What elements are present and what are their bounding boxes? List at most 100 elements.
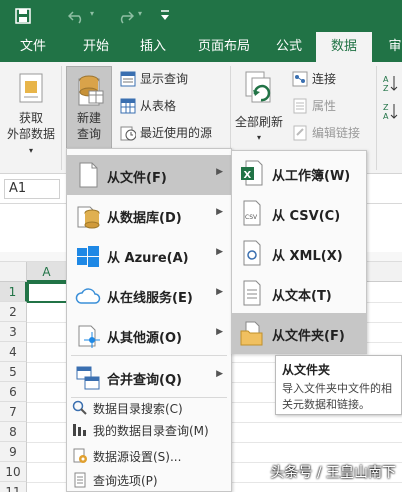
- new-query-button[interactable]: 新建 查询: [66, 66, 112, 150]
- watermark-text: 头条号 / 王皇山南下: [270, 465, 396, 481]
- row-header[interactable]: 11: [0, 482, 27, 492]
- properties-button: 属性: [290, 97, 370, 117]
- menu-my-data-catalog-label: 我的数据目录查询(M): [93, 424, 209, 438]
- tab-review[interactable]: 审: [380, 32, 402, 62]
- menu-from-database[interactable]: 从数据库(D) ▶: [67, 195, 231, 235]
- tab-insert[interactable]: 插入: [127, 32, 179, 62]
- edit-links-button: 编辑链接: [290, 124, 370, 144]
- column-header-a[interactable]: A: [27, 262, 67, 282]
- submenu-from-workbook-label: 从工作簿(W): [272, 169, 351, 184]
- menu-from-database-label: 从数据库(D): [107, 211, 182, 226]
- tab-home[interactable]: 开始: [70, 32, 122, 62]
- row-header[interactable]: 5: [0, 362, 27, 382]
- show-query-button[interactable]: 显示查询: [118, 70, 228, 90]
- tooltip-title: 从文件夹: [282, 363, 331, 377]
- new-query-menu: 从文件(F) ▶ 从数据库(D) ▶ 从 Azure(A) ▶ 从在线服务(E)…: [66, 148, 232, 492]
- row-header[interactable]: 10: [0, 462, 27, 482]
- row-header[interactable]: 8: [0, 422, 27, 442]
- tooltip-desc-line1: 导入文件夹中文件的相: [282, 382, 392, 395]
- menu-from-file-label: 从文件(F): [107, 171, 167, 186]
- customize-toolbar-icon[interactable]: [160, 10, 170, 22]
- submenu-from-folder[interactable]: 从文件夹(F): [232, 313, 366, 353]
- recent-sources-button[interactable]: 最近使用的源: [118, 124, 230, 144]
- submenu-from-text-label: 从文本(T): [272, 289, 332, 304]
- tab-data[interactable]: 数据: [316, 32, 372, 62]
- from-table-button[interactable]: 从表格: [118, 97, 228, 117]
- from-file-submenu: X 从工作簿(W) CSV 从 CSV(C) 从 XML(X) 从文本(T) 从…: [231, 150, 367, 354]
- other-sources-icon: [78, 325, 100, 348]
- submenu-arrow-icon: ▶: [216, 287, 223, 297]
- csv-file-icon: CSV: [243, 200, 261, 226]
- row-header[interactable]: 7: [0, 402, 27, 422]
- row-header[interactable]: 3: [0, 322, 27, 342]
- new-query-icon: [78, 75, 104, 106]
- submenu-from-workbook[interactable]: X 从工作簿(W): [232, 153, 366, 193]
- svg-text:A: A: [383, 112, 389, 120]
- row-header[interactable]: 1: [0, 282, 27, 302]
- sort-az-icon[interactable]: A Z: [382, 74, 402, 92]
- submenu-from-text[interactable]: 从文本(T): [232, 273, 366, 313]
- row-header[interactable]: 6: [0, 382, 27, 402]
- menu-combine-queries-label: 合并查询(Q): [107, 373, 182, 388]
- menu-from-online-services[interactable]: 从在线服务(E) ▶: [67, 275, 231, 315]
- table-icon: [120, 98, 136, 114]
- database-icon: [77, 206, 100, 229]
- svg-text:CSV: CSV: [245, 214, 258, 221]
- tab-page-layout[interactable]: 页面布局: [186, 32, 262, 62]
- text-file-icon: [243, 280, 261, 306]
- row-header[interactable]: 9: [0, 442, 27, 462]
- tab-formulas[interactable]: 公式: [265, 32, 313, 62]
- edit-links-label: 编辑链接: [312, 126, 361, 140]
- menu-query-options-label: 查询选项(P): [93, 474, 158, 488]
- ribbon-tabs: 文件 开始 插入 页面布局 公式 数据 审: [0, 32, 402, 62]
- tab-file[interactable]: 文件: [10, 32, 56, 62]
- submenu-from-xml[interactable]: 从 XML(X): [232, 233, 366, 273]
- refresh-all-button[interactable]: 全部刷新 ▾: [234, 66, 284, 150]
- row-header[interactable]: 4: [0, 342, 27, 362]
- show-query-label: 显示查询: [140, 72, 189, 86]
- submenu-arrow-icon: ▶: [216, 207, 223, 217]
- xml-file-icon: [243, 240, 261, 266]
- azure-windows-icon: [77, 246, 99, 267]
- menu-from-other-sources[interactable]: 从其他源(O) ▶: [67, 315, 231, 355]
- redo-dropdown-icon[interactable]: ▾: [138, 9, 142, 18]
- title-bar: ▾ ▾: [0, 0, 402, 32]
- clock-icon: [120, 126, 136, 141]
- submenu-arrow-icon: ▶: [216, 247, 223, 257]
- menu-my-data-catalog[interactable]: 我的数据目录查询(M): [67, 419, 231, 441]
- menu-from-other-sources-label: 从其他源(O): [107, 331, 182, 346]
- menu-data-source-settings-label: 数据源设置(S)...: [93, 450, 182, 464]
- properties-label: 属性: [312, 99, 337, 113]
- svg-text:A: A: [383, 75, 389, 84]
- active-cell-a1[interactable]: [27, 282, 68, 303]
- menu-data-source-settings[interactable]: 数据源设置(S)...: [67, 445, 231, 467]
- menu-from-azure-label: 从 Azure(A): [107, 251, 189, 266]
- sort-za-icon[interactable]: Z A: [382, 102, 402, 120]
- save-icon[interactable]: [15, 8, 31, 24]
- from-table-label: 从表格: [140, 99, 177, 113]
- submenu-arrow-icon: ▶: [216, 369, 223, 379]
- redo-icon[interactable]: [116, 8, 134, 24]
- menu-from-file[interactable]: 从文件(F) ▶: [67, 155, 231, 195]
- connections-label: 连接: [312, 72, 337, 86]
- name-box[interactable]: A1: [4, 179, 60, 199]
- menu-from-azure[interactable]: 从 Azure(A) ▶: [67, 235, 231, 275]
- menu-data-catalog-search[interactable]: 数据目录搜索(C): [67, 397, 231, 419]
- get-external-label-2: 外部数据: [6, 127, 55, 141]
- select-all-corner[interactable]: [0, 262, 27, 282]
- properties-icon: [293, 98, 307, 114]
- connections-icon: [292, 71, 308, 87]
- undo-dropdown-icon[interactable]: ▾: [90, 9, 94, 18]
- row-header[interactable]: 2: [0, 302, 27, 322]
- get-external-label-1: 获取: [18, 111, 43, 125]
- refresh-icon: [245, 71, 271, 103]
- connections-button[interactable]: 连接: [290, 70, 370, 90]
- submenu-from-folder-label: 从文件夹(F): [272, 329, 345, 344]
- file-icon: [79, 162, 98, 188]
- menu-combine-queries[interactable]: 合并查询(Q) ▶: [67, 357, 231, 397]
- from-folder-tooltip: 从文件夹 导入文件夹中文件的相 关元数据和链接。: [275, 355, 402, 415]
- submenu-from-csv[interactable]: CSV 从 CSV(C): [232, 193, 366, 233]
- menu-query-options[interactable]: 查询选项(P): [67, 469, 231, 491]
- undo-icon[interactable]: [68, 8, 86, 24]
- get-external-data-button[interactable]: 获取 外部数据 ▾: [2, 66, 60, 170]
